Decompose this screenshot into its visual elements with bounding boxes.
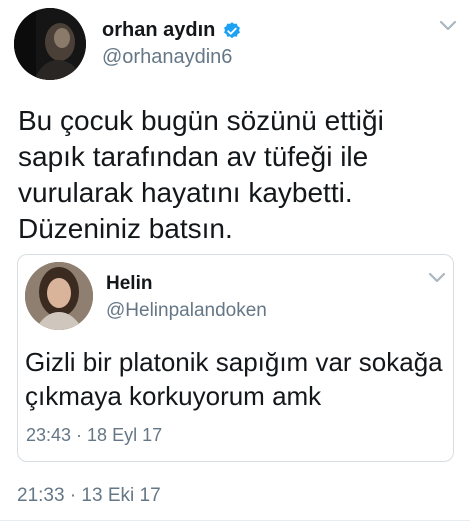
- author-name[interactable]: orhan aydın: [102, 19, 215, 42]
- divider: [0, 520, 470, 521]
- quoted-tweet-card[interactable]: Helin @Helinpalandoken Gizli bir platoni…: [17, 254, 454, 462]
- verified-badge-icon: [224, 21, 241, 38]
- quoted-author-avatar[interactable]: [25, 262, 93, 330]
- quoted-author-handle[interactable]: @Helinpalandoken: [106, 300, 267, 322]
- quoted-tweet-text: Gizli bir platonik sapığım var sokağa çı…: [25, 347, 443, 411]
- tweet-text: Bu çocuk bugün sözünü ettiği sapık taraf…: [18, 105, 384, 244]
- author-handle[interactable]: @orhanaydin6: [102, 46, 232, 69]
- quoted-tweet-timestamp[interactable]: 23:43 · 18 Eyl 17: [26, 425, 162, 446]
- author-avatar[interactable]: [14, 8, 86, 80]
- quoted-author-name[interactable]: Helin: [106, 273, 152, 295]
- author-name-row: orhan aydın: [102, 19, 242, 42]
- tweet-timestamp[interactable]: 21:33 · 13 Eki 17: [17, 485, 161, 507]
- quoted-chevron-down-icon[interactable]: [428, 272, 446, 284]
- chevron-down-icon[interactable]: [439, 20, 457, 32]
